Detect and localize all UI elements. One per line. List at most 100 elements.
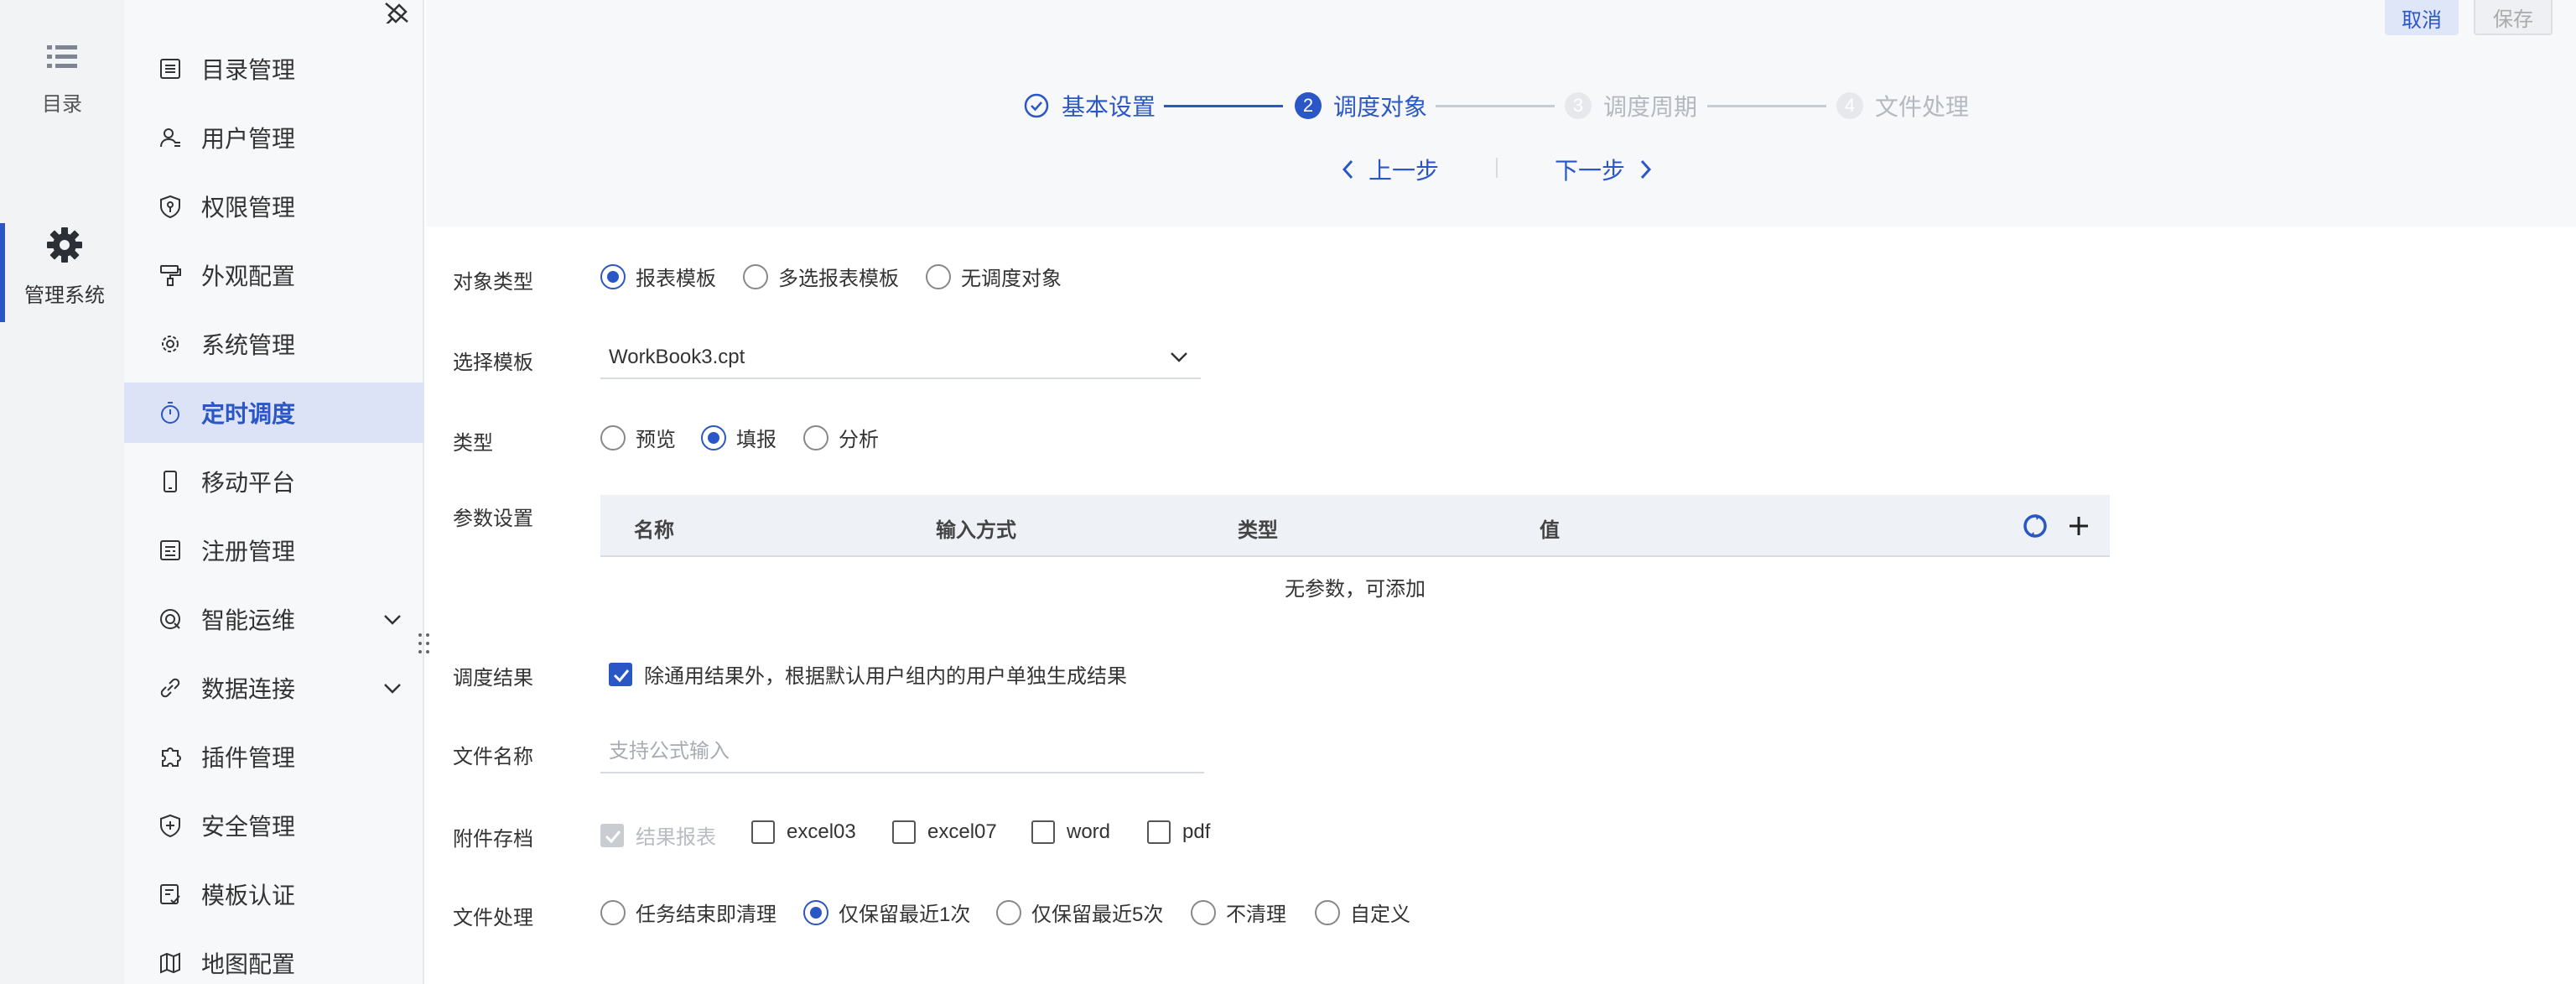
params-empty-text: 无参数，可添加 xyxy=(1285,578,1426,601)
step-basic-settings[interactable]: 基本设置 xyxy=(1023,89,1156,122)
file-handling-custom[interactable]: 自定义 xyxy=(1315,898,1410,927)
radio-label: 预览 xyxy=(636,429,676,451)
result-per-user-checkbox[interactable]: 除通用结果外，根据默认用户组内的用户单独生成结果 xyxy=(609,659,1127,689)
step-target[interactable]: 2 调度对象 xyxy=(1295,89,1427,122)
step-file-handling[interactable]: 4 文件处理 xyxy=(1836,89,1969,122)
checkbox-box xyxy=(892,820,916,844)
rail-item-label: 目录 xyxy=(42,93,82,116)
radio-dot xyxy=(803,424,828,450)
radio-dot xyxy=(600,424,626,450)
radio-label: 自定义 xyxy=(1350,903,1410,926)
checkmark-icon xyxy=(605,830,621,843)
step-number: 2 xyxy=(1295,92,1322,119)
checkbox-label: pdf xyxy=(1182,820,1211,843)
filename-label: 文件名称 xyxy=(453,746,533,768)
menu-item-label: 用户管理 xyxy=(201,126,296,152)
menu-item-4[interactable]: 外观配置 xyxy=(124,245,424,305)
checkbox-label: 结果报表 xyxy=(636,826,716,849)
rail-item-catalog[interactable]: 目录 xyxy=(0,42,124,117)
menu-item-label: 权限管理 xyxy=(201,195,296,221)
step-connector xyxy=(1707,105,1826,107)
filename-input[interactable] xyxy=(600,731,1204,773)
type-preview[interactable]: 预览 xyxy=(600,423,676,452)
checkbox-box xyxy=(1147,820,1171,844)
file-handling-keep-last-5[interactable]: 仅保留最近5次 xyxy=(996,898,1163,927)
check-circle-icon xyxy=(1024,93,1049,118)
menu-item-14[interactable]: 地图配置 xyxy=(124,933,424,984)
menu-item-8[interactable]: 注册管理 xyxy=(124,520,424,581)
menu-item-10[interactable]: 数据连接 xyxy=(124,658,424,718)
radio-label: 报表模板 xyxy=(636,268,716,290)
attachment-pdf[interactable]: pdf xyxy=(1147,820,1210,844)
object-type-label: 对象类型 xyxy=(453,271,533,294)
menu-item-9[interactable]: 智能运维 xyxy=(124,589,424,649)
checkbox-label: excel03 xyxy=(787,820,856,843)
radio-dot xyxy=(803,899,828,925)
pin-icon[interactable] xyxy=(381,0,411,23)
menu-item-6[interactable]: 定时调度 xyxy=(124,383,424,443)
menu-item-7[interactable]: 移动平台 xyxy=(124,451,424,512)
attachment-word[interactable]: word xyxy=(1031,820,1110,844)
menu-item-12[interactable]: 安全管理 xyxy=(124,795,424,856)
column-header-value: 值 xyxy=(1540,519,1560,542)
cancel-button[interactable]: 取消 xyxy=(2385,0,2459,35)
chevron-down-icon[interactable] xyxy=(381,607,404,631)
step-connector xyxy=(1164,105,1283,107)
menu-item-2[interactable]: 用户管理 xyxy=(124,107,424,168)
timer-icon xyxy=(158,400,183,425)
radio-dot xyxy=(743,263,768,289)
menu-item-3[interactable]: 权限管理 xyxy=(124,176,424,237)
object-type-report-template[interactable]: 报表模板 xyxy=(600,262,716,291)
object-type-multi-template[interactable]: 多选报表模板 xyxy=(743,262,899,291)
attachments-label: 附件存档 xyxy=(453,828,533,851)
rail-item-management[interactable]: 管理系统 xyxy=(0,223,124,322)
prev-step-label: 上一步 xyxy=(1368,158,1440,184)
radio-dot xyxy=(600,899,626,925)
result-label: 调度结果 xyxy=(453,667,533,690)
menu-item-label: 目录管理 xyxy=(201,57,296,83)
file-handling-no-clean[interactable]: 不清理 xyxy=(1191,898,1286,927)
file-handling-clean-on-finish[interactable]: 任务结束即清理 xyxy=(600,898,776,927)
step-label: 调度对象 xyxy=(1333,94,1428,120)
chevron-left-icon xyxy=(1342,159,1353,180)
mobile-icon xyxy=(158,469,183,494)
type-label: 类型 xyxy=(453,432,493,455)
type-analysis[interactable]: 分析 xyxy=(803,423,879,452)
step-number: 3 xyxy=(1565,92,1592,119)
menu-item-13[interactable]: 模板认证 xyxy=(124,864,424,924)
attachment-excel03[interactable]: excel03 xyxy=(751,820,856,844)
file-handling-keep-last-1[interactable]: 仅保留最近1次 xyxy=(803,898,970,927)
next-step-button[interactable]: 下一步 xyxy=(1555,153,1654,186)
menu-item-label: 地图配置 xyxy=(201,951,296,977)
prev-step-button[interactable]: 上一步 xyxy=(1340,153,1439,186)
list-icon xyxy=(47,45,77,68)
radio-dot xyxy=(1191,899,1216,925)
next-step-label: 下一步 xyxy=(1555,158,1626,184)
save-button[interactable]: 保存 xyxy=(2474,0,2553,35)
menu-item-label: 模板认证 xyxy=(201,882,296,909)
step-label: 调度周期 xyxy=(1603,94,1698,120)
gear-icon xyxy=(158,331,183,357)
object-type-none[interactable]: 无调度对象 xyxy=(926,262,1062,291)
shield-icon xyxy=(158,813,183,838)
left-rail: 目录 管理系统 xyxy=(0,0,124,984)
refresh-icon[interactable] xyxy=(2021,512,2049,540)
menu-item-label: 数据连接 xyxy=(201,676,296,702)
checkbox-label: excel07 xyxy=(927,820,997,843)
step-schedule-period[interactable]: 3 调度周期 xyxy=(1565,89,1697,122)
attachment-excel07[interactable]: excel07 xyxy=(892,820,997,844)
menu-item-1[interactable]: 目录管理 xyxy=(124,39,424,99)
catalog-icon xyxy=(158,56,183,81)
nav-divider xyxy=(1496,158,1498,178)
params-table-header: 名称 输入方式 类型 值 xyxy=(600,495,2110,557)
resize-handle-icon[interactable] xyxy=(416,631,433,656)
menu-item-11[interactable]: 插件管理 xyxy=(124,726,424,787)
checkbox-box xyxy=(609,662,632,686)
menu-item-5[interactable]: 系统管理 xyxy=(124,314,424,374)
menu-item-label: 外观配置 xyxy=(201,263,296,289)
add-icon[interactable] xyxy=(2066,513,2091,539)
menu-item-label: 插件管理 xyxy=(201,745,296,771)
chevron-down-icon[interactable] xyxy=(381,676,404,700)
template-select[interactable]: WorkBook3.cpt xyxy=(600,337,1201,379)
type-fill[interactable]: 填报 xyxy=(701,423,776,452)
